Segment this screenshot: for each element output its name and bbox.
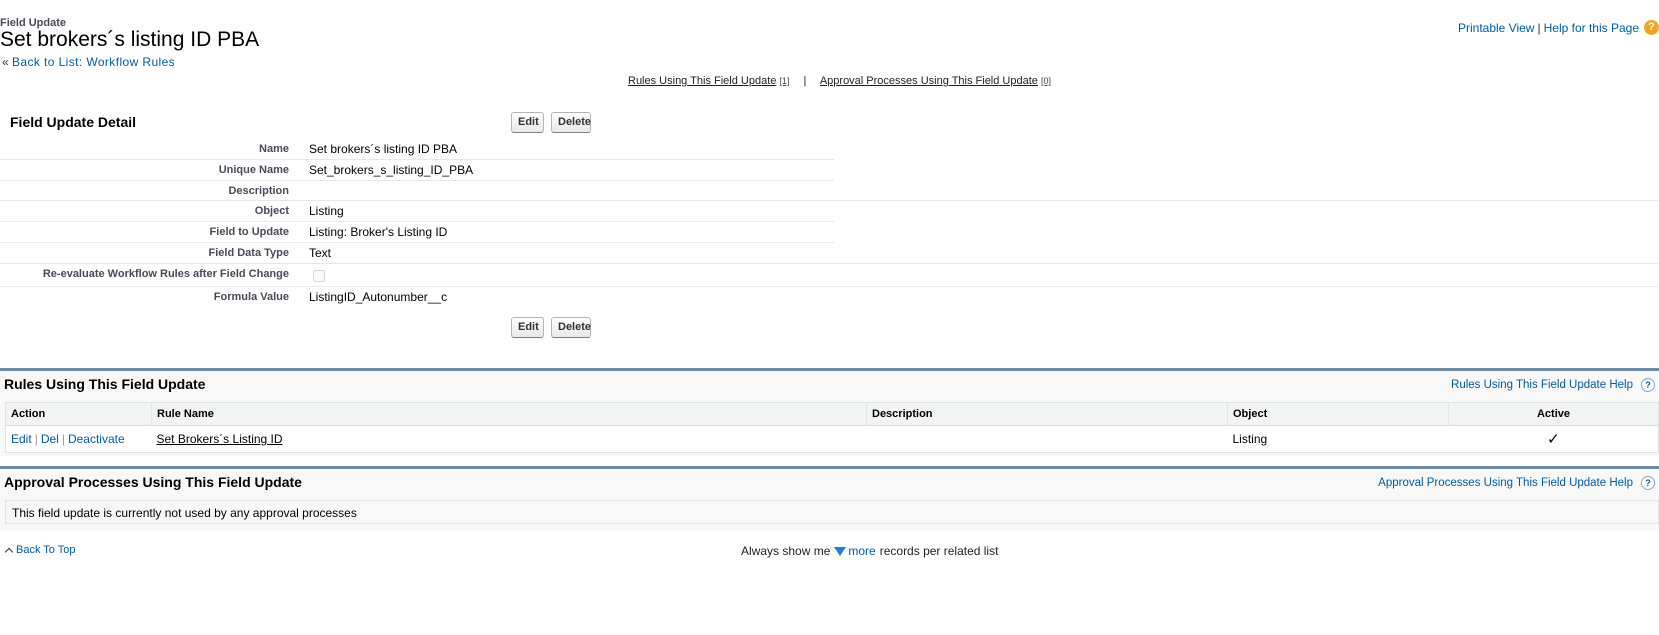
delete-button-bottom[interactable]: Delete bbox=[551, 317, 591, 338]
related-list-jump-links: Rules Using This Field Update [1] | Appr… bbox=[628, 75, 1051, 87]
page-title: Set brokers´s listing ID PBA bbox=[0, 28, 260, 51]
help-page-link[interactable]: Help for this Page bbox=[1544, 21, 1639, 35]
field-value: Listing bbox=[309, 204, 344, 218]
printable-view-link[interactable]: Printable View bbox=[1458, 21, 1535, 35]
back-prefix: « bbox=[2, 55, 9, 69]
rules-jump-link[interactable]: Rules Using This Field Update bbox=[628, 75, 776, 87]
top-links: Printable View | Help for this Page ? bbox=[1458, 20, 1659, 35]
field-label: Name bbox=[259, 143, 289, 155]
field-label: Unique Name bbox=[218, 164, 289, 176]
detail-row-reevaluate: Re-evaluate Workflow Rules after Field C… bbox=[0, 264, 834, 284]
rules-help: Rules Using This Field Update Help ? bbox=[1451, 378, 1655, 392]
field-label: Field Data Type bbox=[208, 247, 289, 259]
edit-button[interactable]: Edit bbox=[511, 112, 544, 133]
detail-section-title: Field Update Detail bbox=[10, 114, 137, 130]
caret-up-icon bbox=[4, 547, 14, 556]
back-to-top[interactable]: Back To Top bbox=[4, 544, 76, 556]
field-value: ListingID_Autonumber__c bbox=[309, 290, 448, 304]
rules-help-link[interactable]: Rules Using This Field Update Help bbox=[1451, 379, 1633, 391]
detail-row-field-to-update: Field to Update Listing: Broker's Listin… bbox=[0, 222, 834, 242]
edit-button-bottom[interactable]: Edit bbox=[511, 317, 544, 338]
back-to-top-link[interactable]: Back To Top bbox=[16, 544, 76, 556]
active-check-icon: ✓ bbox=[1448, 425, 1659, 453]
description-cell bbox=[866, 425, 1228, 453]
approval-empty-message: This field update is currently not used … bbox=[5, 500, 1659, 524]
field-label: Field to Update bbox=[209, 226, 289, 238]
show-more-link[interactable]: more bbox=[848, 544, 875, 558]
detail-row-formula-value: Formula Value ListingID_Autonumber__c bbox=[0, 287, 834, 307]
detail-row-unique-name: Unique Name Set_brokers_s_listing_ID_PBA bbox=[0, 160, 834, 180]
show-more-control: Always show me more records per related … bbox=[741, 544, 998, 558]
table-row: Edit | Del | Deactivate Set Brokers´s Listin… bbox=[5, 425, 1659, 453]
approval-help: Approval Processes Using This Field Upda… bbox=[1378, 476, 1655, 490]
help-icon[interactable]: ? bbox=[1641, 378, 1655, 392]
field-value: Set_brokers_s_listing_ID_PBA bbox=[309, 163, 474, 177]
rule-name-cell: Set Brokers´s Listing ID bbox=[151, 425, 867, 453]
approvals-count: [0] bbox=[1040, 76, 1051, 86]
field-value: Set brokers´s listing ID PBA bbox=[309, 142, 458, 156]
field-label: Description bbox=[228, 185, 289, 197]
object-cell: Listing bbox=[1227, 425, 1449, 453]
delete-rule-link[interactable]: Del bbox=[41, 432, 59, 446]
detail-row-description: Description bbox=[0, 181, 834, 201]
column-header[interactable]: Action bbox=[5, 402, 152, 426]
separator: | bbox=[1537, 20, 1541, 35]
field-value: Listing: Broker's Listing ID bbox=[309, 225, 448, 239]
always-show-label: Always show me bbox=[741, 544, 831, 558]
breadcrumb: « Back to List: Workflow Rules bbox=[2, 55, 175, 69]
rule-name-link[interactable]: Set Brokers´s Listing ID bbox=[157, 432, 283, 446]
column-header[interactable]: Rule Name bbox=[151, 402, 867, 426]
detail-row-field-data-type: Field Data Type Text bbox=[0, 243, 834, 263]
column-header[interactable]: Active bbox=[1448, 402, 1659, 426]
back-to-list-link[interactable]: Back to List: Workflow Rules bbox=[12, 55, 175, 69]
approval-help-link[interactable]: Approval Processes Using This Field Upda… bbox=[1378, 477, 1633, 489]
help-icon[interactable]: ? bbox=[1641, 476, 1655, 490]
detail-row-object: Object Listing bbox=[0, 201, 834, 221]
action-cell: Edit | Del | Deactivate bbox=[5, 425, 152, 453]
jump-separator: | bbox=[803, 75, 807, 87]
triangle-down-icon[interactable] bbox=[834, 546, 847, 556]
rules-count: [1] bbox=[779, 76, 790, 86]
approvals-jump-link[interactable]: Approval Processes Using This Field Upda… bbox=[820, 75, 1038, 87]
rules-table: Action Rule Name Description Object Acti… bbox=[5, 402, 1659, 453]
reevaluate-checkbox bbox=[313, 270, 325, 282]
field-label: Formula Value bbox=[213, 291, 289, 303]
deactivate-rule-link[interactable]: Deactivate bbox=[68, 432, 125, 446]
field-label: Object bbox=[254, 205, 289, 217]
field-label: Re-evaluate Workflow Rules after Field C… bbox=[42, 268, 289, 280]
table-header-row: Action Rule Name Description Object Acti… bbox=[5, 402, 1659, 426]
delete-button[interactable]: Delete bbox=[551, 112, 591, 133]
detail-row-name: Name Set brokers´s listing ID PBA bbox=[0, 139, 834, 159]
field-value: Text bbox=[309, 246, 332, 260]
edit-rule-link[interactable]: Edit bbox=[11, 432, 32, 446]
column-header[interactable]: Object bbox=[1227, 402, 1449, 426]
column-header[interactable]: Description bbox=[866, 402, 1228, 426]
approval-section-title: Approval Processes Using This Field Upda… bbox=[4, 474, 302, 490]
rules-section-title: Rules Using This Field Update bbox=[4, 376, 206, 392]
records-per-label: records per related list bbox=[879, 544, 999, 558]
help-icon[interactable]: ? bbox=[1644, 20, 1659, 35]
